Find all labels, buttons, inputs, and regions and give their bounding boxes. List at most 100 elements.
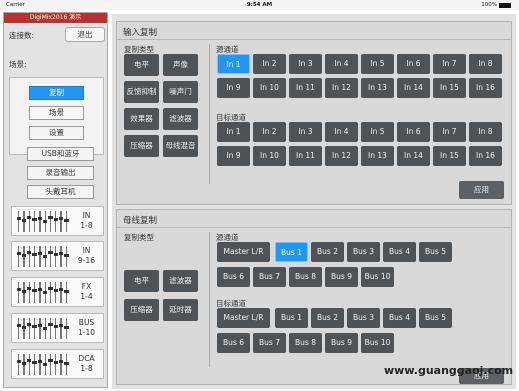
input-copy-type-noise-gate[interactable]: 噪声门 [163,81,198,103]
fader-group-in-1-8[interactable]: IN 1-8 [11,206,104,236]
bus-source-bus-5[interactable]: Bus 5 [419,242,452,262]
bus-copy-type-filter[interactable]: 滤波器 [163,270,198,292]
input-source-in-3[interactable]: In 3 [289,54,322,74]
input-source-in-6[interactable]: In 6 [397,54,430,74]
bus-target-bus-3[interactable]: Bus 3 [347,308,380,328]
nav-settings-button[interactable]: 设置 [29,126,84,140]
input-source-in-12[interactable]: In 12 [325,78,358,98]
app-title: DigiMix2016 演示 [4,13,107,23]
headphones-button[interactable]: 头戴耳机 [27,185,94,199]
input-target-in-6[interactable]: In 6 [397,122,430,142]
vertical-divider [209,44,210,184]
input-target-in-2[interactable]: In 2 [253,122,286,142]
input-target-in-14[interactable]: In 14 [397,146,430,166]
connection-label: 连接数: [9,31,35,40]
nav-copy-button[interactable]: 复制 [29,86,84,100]
fader-cap [53,361,58,364]
fader-cap [16,252,21,255]
input-source-in-5[interactable]: In 5 [361,54,394,74]
input-copy-type-feedback-suppression[interactable]: 反馈抑制 [124,81,159,103]
bus-target-master-l-r[interactable]: Master L/R [217,308,270,328]
bus-source-bus-2[interactable]: Bus 2 [311,242,344,262]
input-source-in-8[interactable]: In 8 [469,54,502,74]
connection-row: 连接数: 退出 [4,23,107,47]
bus-target-bus-8[interactable]: Bus 8 [289,333,322,353]
bus-copy-type-compressor[interactable]: 压缩器 [124,299,159,321]
fader-cap [48,251,53,254]
input-target-in-4[interactable]: In 4 [325,122,358,142]
status-bar: Carrier 9:54 AM 100% [0,0,519,10]
input-copy-type-filter[interactable]: 滤波器 [163,108,198,130]
input-target-in-7[interactable]: In 7 [433,122,466,142]
fader-cap [32,218,37,221]
fader-rail [49,211,52,232]
input-source-in-16[interactable]: In 16 [469,78,502,98]
bus-source-bus-1[interactable]: Bus 1 [275,242,308,262]
input-apply-button[interactable]: 应用 [459,181,504,199]
bus-source-bus-4[interactable]: Bus 4 [383,242,416,262]
input-source-in-11[interactable]: In 11 [289,78,322,98]
bus-target-bus-4[interactable]: Bus 4 [383,308,416,328]
exit-button[interactable]: 退出 [65,27,105,42]
input-source-in-2[interactable]: In 2 [253,54,286,74]
bus-target-bus-6[interactable]: Bus 6 [217,333,250,353]
bus-copy-type-delay[interactable]: 延时器 [163,299,198,321]
input-target-in-12[interactable]: In 12 [325,146,358,166]
nav-scene-button[interactable]: 场景 [29,106,84,120]
input-target-in-5[interactable]: In 5 [361,122,394,142]
input-target-in-16[interactable]: In 16 [469,146,502,166]
bus-source-bus-9[interactable]: Bus 9 [325,267,358,287]
input-copy-type-compressor[interactable]: 压缩器 [124,135,159,157]
input-source-in-4[interactable]: In 4 [325,54,358,74]
record-output-button[interactable]: 录音输出 [27,166,94,180]
bus-source-bus-6[interactable]: Bus 6 [217,267,250,287]
input-target-in-8[interactable]: In 8 [469,122,502,142]
input-target-in-3[interactable]: In 3 [289,122,322,142]
bus-target-bus-1[interactable]: Bus 1 [275,308,308,328]
input-target-in-13[interactable]: In 13 [361,146,394,166]
bus-source-bus-3[interactable]: Bus 3 [347,242,380,262]
bus-source-bus-7[interactable]: Bus 7 [253,267,286,287]
fader-cap [53,218,58,221]
fader-rail [39,211,41,232]
fader-group-name: FX [81,282,92,291]
input-copy-type-level[interactable]: 电平 [124,54,159,76]
bus-copy-type-level[interactable]: 电平 [124,270,159,292]
bus-source-bus-8[interactable]: Bus 8 [289,267,322,287]
input-source-in-10[interactable]: In 10 [253,78,286,98]
fader-group-dca-1-8[interactable]: DCA 1-8 [11,349,104,379]
input-copy-title: 输入复制 [123,28,158,38]
input-copy-type-pan[interactable]: 声像 [163,54,198,76]
fader-cap [21,219,27,222]
input-copy-type-effects[interactable]: 效果器 [124,108,159,130]
fader-group-in-9-16[interactable]: IN 9-16 [11,241,104,271]
input-target-in-1[interactable]: In 1 [217,122,250,142]
input-source-in-7[interactable]: In 7 [433,54,466,74]
input-source-in-13[interactable]: In 13 [361,78,394,98]
input-target-in-15[interactable]: In 15 [433,146,466,166]
bus-source-bus-10[interactable]: Bus 10 [361,267,394,287]
fader-cap [37,252,43,255]
input-source-in-14[interactable]: In 14 [397,78,430,98]
fader-group-fx-1-4[interactable]: FX 1-4 [11,277,104,307]
input-target-in-9[interactable]: In 9 [217,146,250,166]
bus-target-bus-7[interactable]: Bus 7 [253,333,286,353]
fader-cap [53,325,58,328]
fader-rail [39,318,41,339]
bus-target-bus-5[interactable]: Bus 5 [419,308,452,328]
input-target-in-10[interactable]: In 10 [253,146,286,166]
bus-target-bus-2[interactable]: Bus 2 [311,308,344,328]
bus-target-bus-9[interactable]: Bus 9 [325,333,358,353]
input-target-in-11[interactable]: In 11 [289,146,322,166]
section-divider [117,39,511,40]
usb-bluetooth-button[interactable]: USB和蓝牙 [27,147,94,161]
input-copy-type-bus-mix[interactable]: 母线混音 [163,135,198,157]
input-source-in-15[interactable]: In 15 [433,78,466,98]
bus-source-master-l-r[interactable]: Master L/R [217,242,270,262]
input-source-in-9[interactable]: In 9 [217,78,250,98]
fader-cap [64,219,69,222]
fader-group-bus-1-10[interactable]: BUS 1-10 [11,313,104,343]
fader-icon [15,244,72,269]
input-source-in-1[interactable]: In 1 [217,54,250,74]
bus-target-bus-10[interactable]: Bus 10 [361,333,394,353]
